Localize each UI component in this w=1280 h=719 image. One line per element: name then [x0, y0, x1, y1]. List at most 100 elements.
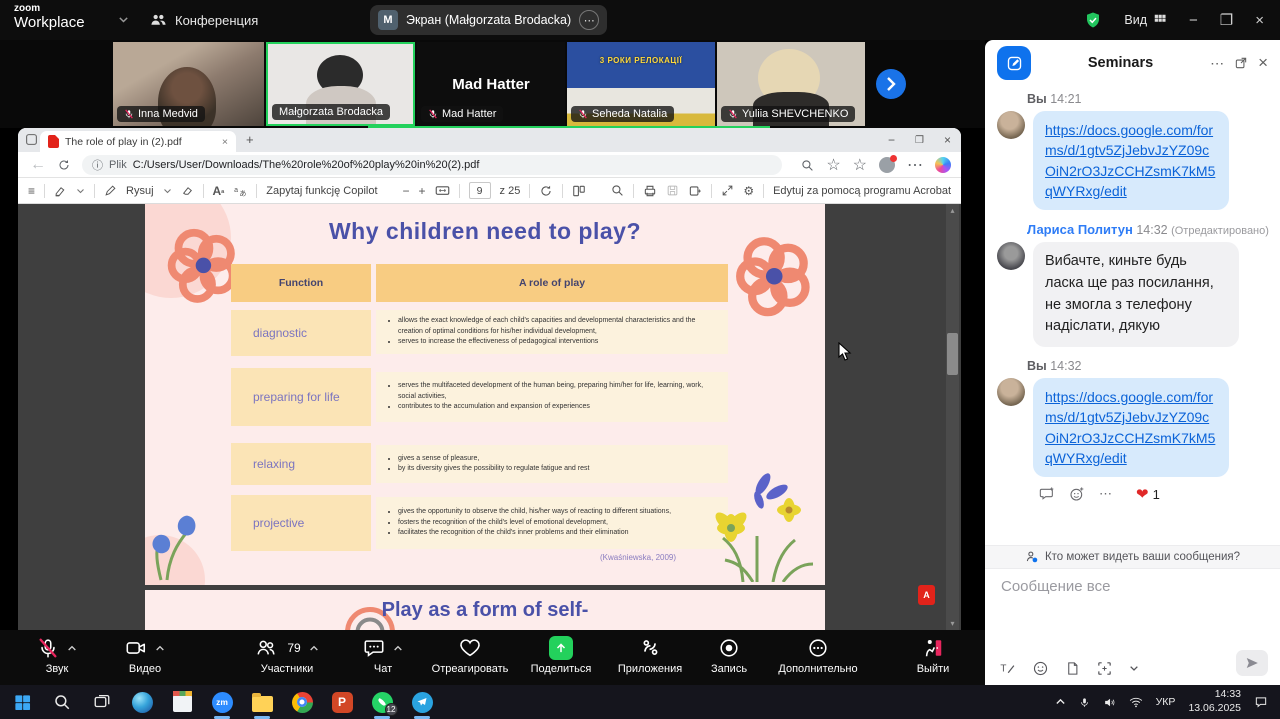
screenshot-icon[interactable]: [1096, 660, 1113, 677]
chevron-down-icon[interactable]: [163, 188, 172, 194]
record-button[interactable]: Запись: [698, 636, 760, 675]
restore-button[interactable]: ❐: [1220, 11, 1233, 29]
popout-icon[interactable]: [1234, 56, 1248, 70]
attach-file-icon[interactable]: [1065, 661, 1080, 676]
security-shield-icon[interactable]: [1084, 11, 1102, 29]
chevron-down-icon[interactable]: [118, 16, 129, 23]
chevron-up-icon[interactable]: [67, 645, 77, 652]
print-icon[interactable]: [643, 184, 657, 198]
chat-menu-icon[interactable]: ⋯: [1210, 55, 1224, 72]
more-button[interactable]: Дополнительно: [766, 636, 870, 675]
search-icon[interactable]: [611, 184, 624, 197]
chat-button[interactable]: Чат: [348, 636, 418, 675]
toc-icon[interactable]: ≡: [28, 184, 35, 198]
copilot-icon[interactable]: [935, 157, 951, 173]
participants-button[interactable]: 79 Участники: [232, 636, 342, 675]
scroll-up-icon[interactable]: ▴: [950, 206, 954, 215]
edge-taskbar-icon[interactable]: [130, 690, 154, 714]
tray-expand-icon[interactable]: [1055, 698, 1066, 705]
new-tab-button[interactable]: +: [246, 132, 254, 147]
page-info-icon[interactable]: ⓘ: [92, 157, 103, 173]
browser-minimize-button[interactable]: −: [888, 133, 895, 147]
tab-conference[interactable]: Конференция: [150, 0, 258, 40]
heart-reaction[interactable]: ❤ 1: [1136, 485, 1160, 503]
emoji-icon[interactable]: [1032, 660, 1049, 677]
page-number-input[interactable]: 9: [469, 182, 491, 199]
format-text-icon[interactable]: T: [999, 660, 1016, 677]
chat-message[interactable]: https://docs.google.com/forms/d/1gtv5ZjJ…: [985, 378, 1280, 477]
url-field[interactable]: ⓘ Plik C:/Users/User/Downloads/The%20rol…: [82, 155, 782, 175]
react-button[interactable]: Отреагировать: [424, 636, 516, 675]
tray-network-icon[interactable]: [1129, 695, 1143, 709]
tray-volume-icon[interactable]: [1103, 696, 1116, 709]
fit-width-icon[interactable]: [435, 183, 450, 198]
file-explorer-icon[interactable]: [250, 690, 274, 714]
page-view-icon[interactable]: [572, 184, 586, 198]
chevron-down-icon[interactable]: [1129, 665, 1139, 672]
draw-label[interactable]: Rysuj: [126, 185, 154, 197]
video-tile-mad-hatter[interactable]: Mad Hatter Mad Hatter: [417, 42, 565, 126]
send-button[interactable]: [1236, 650, 1268, 676]
highlighter-icon[interactable]: [54, 184, 67, 197]
tab-search-icon[interactable]: [25, 133, 38, 146]
acrobat-floating-icon[interactable]: A: [918, 585, 935, 605]
chat-message[interactable]: Вибачте, киньте будь ласка ще раз посила…: [985, 242, 1280, 347]
message-link[interactable]: https://docs.google.com/forms/d/1gtv5ZjJ…: [1045, 389, 1215, 466]
chevron-up-icon[interactable]: [155, 645, 165, 652]
clock[interactable]: 14:33 13.06.2025: [1188, 688, 1241, 715]
edit-in-acrobat-button[interactable]: Edytuj za pomocą programu Acrobat: [773, 185, 951, 197]
close-button[interactable]: ×: [1255, 12, 1264, 29]
read-aloud-icon[interactable]: Aᵃ: [213, 184, 225, 198]
language-indicator[interactable]: УКР: [1156, 696, 1176, 708]
fullscreen-icon[interactable]: [721, 184, 734, 197]
save-icon[interactable]: [666, 184, 679, 197]
video-tile-malgorzata-active-speaker[interactable]: Małgorzata Brodacka: [266, 42, 415, 126]
zoom-out-icon[interactable]: −: [403, 184, 410, 198]
favorite-star-icon[interactable]: ☆: [826, 155, 840, 175]
video-tile-inna[interactable]: Inna Medvid: [113, 42, 264, 126]
draw-pen-icon[interactable]: [104, 184, 117, 197]
browser-close-button[interactable]: ×: [944, 133, 951, 147]
scroll-down-icon[interactable]: ▾: [950, 619, 954, 628]
video-button[interactable]: Видео: [106, 636, 184, 675]
add-reaction-icon[interactable]: [1069, 486, 1085, 502]
video-tile-seheda[interactable]: 3 РОКИ РЕЛОКАЦІЇ Seheda Natalia: [567, 42, 715, 126]
powerpoint-icon[interactable]: P: [330, 690, 354, 714]
apps-button[interactable]: Приложения: [606, 636, 694, 675]
start-button[interactable]: [10, 690, 34, 714]
zoom-in-icon[interactable]: +: [419, 184, 426, 198]
pdf-scrollbar-thumb[interactable]: [947, 333, 958, 375]
pdf-viewport[interactable]: Why children need to play? Function A ro…: [18, 204, 961, 630]
audio-button[interactable]: Звук: [18, 636, 96, 675]
zoom-taskbar-icon[interactable]: zm: [210, 690, 234, 714]
notification-center-icon[interactable]: [1254, 695, 1268, 709]
chevron-up-icon[interactable]: [393, 645, 403, 652]
refresh-button[interactable]: [58, 159, 70, 171]
zoom-page-icon[interactable]: [801, 159, 814, 172]
view-button[interactable]: Вид: [1124, 13, 1167, 27]
leave-button[interactable]: Выйти: [898, 636, 968, 675]
chevron-up-icon[interactable]: [309, 645, 319, 652]
task-view-button[interactable]: [90, 690, 114, 714]
chat-message[interactable]: https://docs.google.com/forms/d/1gtv5ZjJ…: [985, 111, 1280, 210]
telegram-icon[interactable]: [410, 690, 434, 714]
tab-screen-share[interactable]: M Экран (Małgorzata Brodacka) ⋯: [370, 5, 607, 35]
save-as-icon[interactable]: [688, 184, 702, 198]
browser-menu-icon[interactable]: ⋯: [907, 155, 923, 175]
next-participants-button[interactable]: [876, 69, 906, 99]
chat-input[interactable]: Сообщение все: [1001, 578, 1110, 595]
search-button[interactable]: [50, 690, 74, 714]
tab-close-icon[interactable]: ×: [222, 136, 228, 148]
browser-tab-pdf[interactable]: The role of play in (2).pdf ×: [40, 131, 236, 152]
back-button[interactable]: ←: [30, 156, 46, 174]
minimize-button[interactable]: −: [1189, 12, 1198, 29]
compose-button[interactable]: [997, 46, 1031, 80]
whatsapp-icon[interactable]: 12: [370, 690, 394, 714]
message-link[interactable]: https://docs.google.com/forms/d/1gtv5ZjJ…: [1045, 122, 1215, 199]
reply-icon[interactable]: [1039, 486, 1055, 502]
ask-copilot-label[interactable]: Zapytaj funkcję Copilot: [266, 185, 377, 197]
chrome-icon[interactable]: [290, 690, 314, 714]
share-screen-button[interactable]: Поделиться: [520, 636, 602, 675]
chevron-down-icon[interactable]: [76, 188, 85, 194]
privacy-notice[interactable]: Кто может видеть ваши сообщения?: [985, 545, 1280, 569]
